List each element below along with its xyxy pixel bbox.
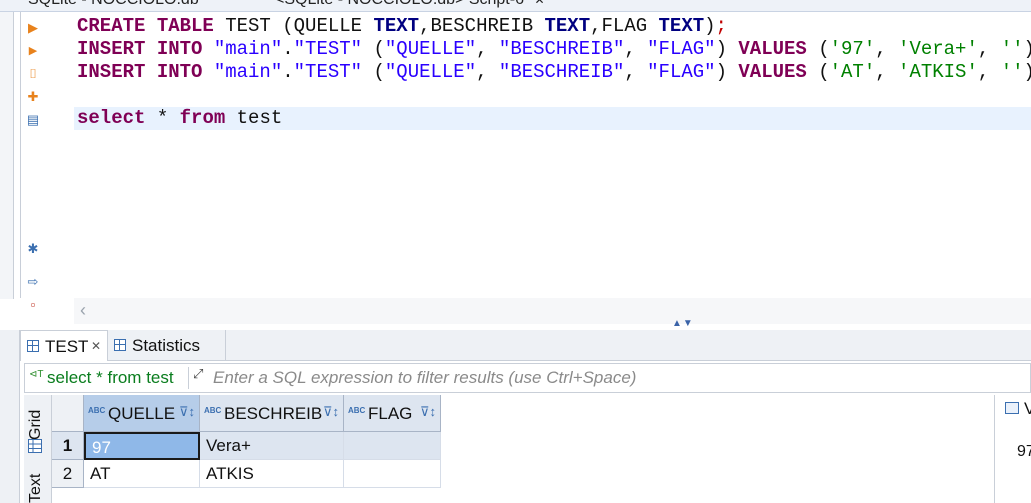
tab-sqlite-connection[interactable]: SQLite - NOCCIOLO.db [28, 0, 199, 11]
column-header-quelle[interactable]: ABC QUELLE ⊽↕ [84, 395, 200, 432]
code-line-2: INSERT INTO "main"."TEST" ("QUELLE", "BE… [77, 38, 1031, 60]
execute-script-icon[interactable]: ▶ [25, 43, 41, 59]
close-icon[interactable]: ✕ [91, 331, 101, 362]
filter-sort-icon[interactable]: ⊽↕ [179, 393, 195, 430]
tab-script-6[interactable]: <SQLite - NOCCIOLO.db> Script-6 ✕ [255, 0, 545, 11]
table-icon [27, 340, 39, 352]
table-cell-quelle[interactable]: AT [84, 460, 200, 488]
explain-plan-icon[interactable]: ⌷ [25, 66, 41, 82]
filter-history-icon[interactable]: ⊲T [29, 369, 44, 380]
column-header-label: FLAG [368, 404, 413, 423]
table-cell-beschreib[interactable]: ATKIS [200, 460, 344, 488]
tab-text-view[interactable]: Text [27, 474, 45, 503]
table-icon [114, 339, 126, 351]
text-type-icon: ABC [348, 406, 366, 415]
results-tab-bar: TEST ✕ Statistics [20, 330, 1031, 361]
grid-icon [28, 439, 42, 453]
table-cell-beschreib[interactable]: Vera+ [200, 432, 344, 460]
tab-label: <SQLite - NOCCIOLO.db> Script-6 [255, 0, 524, 8]
filter-input[interactable] [213, 367, 1013, 389]
tab-grid-view[interactable]: Grid [27, 410, 45, 440]
log-icon[interactable]: ▫ [25, 297, 41, 313]
column-header-flag[interactable]: ABC FLAG ⊽↕ [344, 395, 441, 432]
left-panel-edge-lower [0, 330, 20, 503]
text-type-icon: ABC [88, 406, 106, 415]
text-type-icon: ABC [204, 406, 222, 415]
dbeaver-window: SQLite - NOCCIOLO.db <SQLite - NOCCIOLO.… [0, 0, 1031, 503]
value-panel-icon [1005, 402, 1019, 414]
column-header-label: QUELLE [108, 404, 176, 423]
divider [188, 367, 189, 389]
row-number[interactable]: 1 [52, 432, 84, 460]
output-icon[interactable]: ⇨ [25, 274, 41, 290]
row-number[interactable]: 2 [52, 460, 84, 488]
grid-corner[interactable] [52, 395, 84, 432]
tab-label: TEST [45, 337, 89, 356]
editor-horizontal-scrollbar[interactable]: ‹ [74, 298, 1031, 324]
tab-results-test[interactable]: TEST ✕ [20, 330, 108, 361]
line-number-gutter [46, 12, 74, 298]
close-icon[interactable]: ✕ [528, 0, 544, 7]
execute-statement-icon[interactable]: ▶ [25, 20, 41, 36]
code-line-1: CREATE TABLE TEST (QUELLE TEXT,BESCHREIB… [77, 15, 727, 37]
column-header-beschreib[interactable]: ABC BESCHREIB ⊽↕ [200, 395, 344, 432]
scroll-left-icon[interactable]: ‹ [80, 300, 86, 321]
maximize-panel-toggle-icon[interactable]: ▲▼ [672, 318, 694, 329]
settings-icon[interactable]: ✱ [25, 241, 41, 257]
value-viewer-panel: V 97 [994, 395, 1031, 503]
table-cell-flag[interactable] [344, 460, 441, 488]
expand-icon[interactable]: ⤢ [193, 366, 203, 382]
load-plan-icon[interactable]: ✚ [25, 89, 41, 105]
results-filter-bar: ⊲T select * from test ⤢ [24, 363, 1031, 393]
sql-editor[interactable]: CREATE TABLE TEST (QUELLE TEXT,BESCHREIB… [74, 12, 1031, 298]
export-icon[interactable]: ▤ [25, 112, 41, 128]
editor-toolbar: ▶ ▶ ⌷ ✚ ▤ ✱ ⇨ ▫ [20, 12, 46, 312]
tab-label: Statistics [132, 336, 201, 355]
filter-sort-icon[interactable]: ⊽↕ [420, 393, 436, 430]
column-header-label: BESCHREIB [224, 404, 323, 423]
left-panel-edge [0, 12, 14, 299]
table-cell-quelle[interactable]: 97 [84, 432, 200, 460]
active-query-label[interactable]: select * from test [47, 368, 174, 388]
results-grid: ABC QUELLE ⊽↕ ABC BESCHREIB ⊽↕ ABC FLAG … [52, 395, 994, 503]
table-cell-flag[interactable] [344, 432, 441, 460]
value-panel-content[interactable]: 97 [1017, 443, 1031, 461]
code-line-3: INSERT INTO "main"."TEST" ("QUELLE", "BE… [77, 61, 1031, 83]
results-view-switcher: Grid Text [24, 395, 52, 503]
tab-results-statistics[interactable]: Statistics [108, 330, 226, 361]
code-line-5: select * from test [77, 107, 283, 129]
filter-sort-icon[interactable]: ⊽↕ [323, 393, 339, 430]
value-panel-title: V [1024, 399, 1031, 418]
editor-tab-strip: SQLite - NOCCIOLO.db <SQLite - NOCCIOLO.… [0, 0, 1031, 12]
tab-label: SQLite - NOCCIOLO.db [28, 0, 199, 8]
